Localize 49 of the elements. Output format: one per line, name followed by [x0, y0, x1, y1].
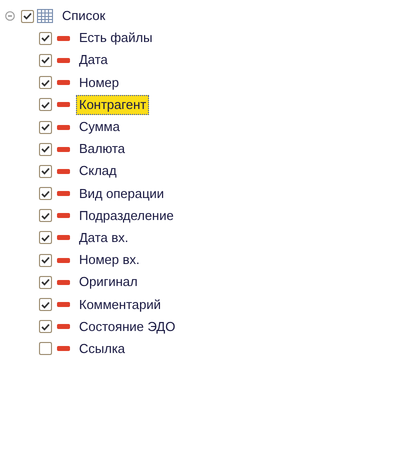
tree-item-label[interactable]: Список	[59, 6, 108, 26]
checkbox[interactable]	[39, 120, 52, 134]
tree-item-label[interactable]: Контрагент	[76, 94, 150, 115]
tree-item-label[interactable]: Сумма	[76, 117, 123, 138]
tree-item-label[interactable]: Подразделение	[76, 206, 177, 226]
minus-icon	[57, 80, 70, 86]
minus-icon	[57, 191, 70, 196]
tree-item-label[interactable]: Есть файлы	[76, 28, 156, 48]
minus-icon	[57, 36, 70, 41]
tree-item-label[interactable]: Оригинал	[76, 272, 141, 292]
minus-icon	[57, 302, 70, 308]
checkbox[interactable]	[39, 164, 52, 178]
table-icon	[37, 9, 53, 24]
checkbox[interactable]	[39, 142, 52, 156]
minus-icon	[57, 146, 70, 152]
checkbox[interactable]	[39, 276, 52, 289]
checkbox[interactable]	[39, 54, 52, 67]
tree-item-label[interactable]: Склад	[76, 161, 120, 182]
tree-item-label[interactable]: Вид операции	[76, 184, 168, 204]
minus-icon	[57, 58, 70, 63]
tree-item-label[interactable]: Валюта	[76, 139, 128, 160]
tree-item-label[interactable]: Дата	[76, 50, 111, 70]
checkbox[interactable]	[21, 10, 34, 23]
minus-icon	[57, 168, 70, 174]
checkbox[interactable]	[39, 231, 52, 244]
checkbox[interactable]	[39, 254, 52, 267]
minus-icon	[57, 102, 70, 108]
checkbox[interactable]	[39, 76, 52, 90]
collapse-icon[interactable]	[5, 11, 15, 22]
minus-icon	[57, 124, 70, 130]
checkbox[interactable]	[39, 187, 52, 200]
tree-item-label[interactable]: Номер вх.	[76, 250, 143, 270]
minus-icon	[57, 258, 70, 263]
tree-item-label[interactable]: Ссылка	[76, 338, 128, 359]
tree-item-label[interactable]: Состояние ЭДО	[76, 316, 178, 337]
minus-icon	[57, 346, 70, 352]
tree-item-label[interactable]: Дата вх.	[76, 228, 132, 248]
checkbox[interactable]	[39, 209, 52, 222]
checkbox[interactable]	[39, 298, 52, 312]
checkbox[interactable]	[39, 320, 52, 334]
checkbox[interactable]	[39, 98, 52, 112]
tree-item-label[interactable]: Номер	[76, 72, 122, 93]
tree-item-label[interactable]: Комментарий	[76, 294, 164, 315]
minus-icon	[57, 280, 70, 285]
checkbox[interactable]	[39, 342, 52, 356]
minus-icon	[57, 213, 70, 218]
minus-icon	[57, 324, 70, 330]
minus-icon	[57, 235, 70, 240]
checkbox[interactable]	[39, 32, 52, 45]
